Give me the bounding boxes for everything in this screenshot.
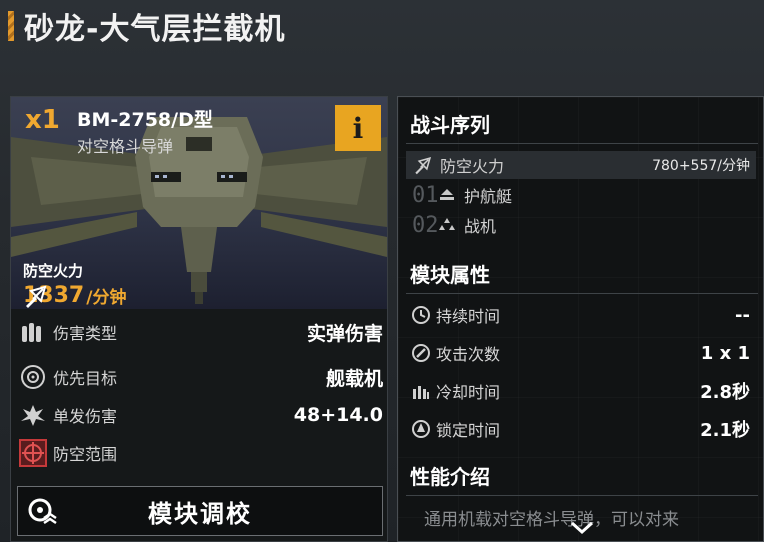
- attribute-label: 持续时间: [436, 307, 501, 326]
- title-accent-bar: [8, 11, 14, 41]
- primary-stat: 1337 /分钟: [23, 283, 126, 308]
- section-title-attributes: 模块属性: [410, 263, 490, 287]
- sequence-number: 01: [412, 182, 439, 208]
- sequence-number: 02: [412, 212, 439, 238]
- stat-label: 优先目标: [53, 369, 118, 388]
- stat-priority-target: 优先目标 舰载机: [19, 360, 383, 394]
- stat-value: 实弹伤害: [306, 322, 383, 345]
- sequence-label: 护航艇: [464, 187, 513, 206]
- model-name: BM-2758/D型: [77, 109, 213, 131]
- sequence-value: 780+557/分钟: [652, 158, 750, 174]
- divider: [406, 293, 758, 294]
- anti-air-icon: [412, 154, 434, 176]
- attribute-row: 锁定时间 2.1秒: [410, 413, 750, 445]
- module-card[interactable]: x1 BM-2758/D型 对空格斗导弹 i 防空火力 1337 /分钟 伤害类…: [10, 96, 388, 542]
- sequence-item: 02 战机: [406, 211, 756, 239]
- module-tune-label: 模块调校: [148, 499, 252, 528]
- page-title: 砂龙-大气层拦截机: [24, 12, 286, 47]
- section-title-performance: 性能介绍: [410, 465, 490, 489]
- sequence-item: 防空火力 780+557/分钟: [406, 151, 756, 179]
- damage-icon: [19, 401, 47, 429]
- attribute-label: 锁定时间: [436, 421, 501, 440]
- divider: [406, 143, 758, 144]
- performance-description: 通用机载对空格斗导弹，可以对来: [424, 510, 679, 530]
- attribute-row: 攻击次数 1 x 1: [410, 337, 750, 369]
- range-icon: [19, 439, 47, 467]
- section-title-sequence: 战斗序列: [410, 113, 490, 137]
- stat-damage-type: 伤害类型 实弹伤害: [19, 315, 383, 349]
- clock-icon: [410, 304, 432, 326]
- attribute-value: 2.8秒: [700, 382, 750, 403]
- page-header: 砂龙-大气层拦截机: [8, 6, 286, 47]
- stat-single-damage: 单发伤害 48+14.0: [19, 398, 383, 432]
- attribute-label: 攻击次数: [436, 345, 501, 364]
- stat-value: 舰载机: [325, 367, 383, 390]
- sequence-label: 战机: [464, 217, 497, 236]
- attribute-value: 1 x 1: [700, 342, 750, 364]
- divider: [406, 495, 758, 496]
- attack-count-icon: [410, 342, 432, 364]
- primary-stat-label: 防空火力: [23, 262, 84, 280]
- anti-air-icon: [26, 285, 47, 308]
- fighter-icon: [436, 214, 458, 236]
- ammo-icon: [19, 318, 47, 346]
- escort-icon: [436, 184, 458, 206]
- stat-label: 防空范围: [53, 445, 118, 464]
- info-button[interactable]: i: [335, 105, 381, 151]
- stat-value: 48+14.0: [293, 404, 383, 426]
- attribute-label: 冷却时间: [436, 383, 501, 402]
- chevron-down-icon[interactable]: [568, 517, 596, 539]
- cooldown-icon: [410, 380, 432, 402]
- module-tune-button[interactable]: 模块调校: [17, 486, 383, 536]
- sequence-item: 01 护航艇: [406, 181, 756, 209]
- attribute-value: 2.1秒: [700, 420, 750, 441]
- model-type: 对空格斗导弹: [77, 137, 174, 156]
- quantity-badge: x1: [25, 105, 60, 135]
- tune-icon: [28, 498, 57, 525]
- detail-panel[interactable]: 战斗序列 防空火力 780+557/分钟 01 护航艇 02 战机 模块属性 持…: [397, 96, 764, 542]
- stat-label: 伤害类型: [53, 324, 118, 343]
- attribute-row: 冷却时间 2.8秒: [410, 375, 750, 407]
- module-image: x1 BM-2758/D型 对空格斗导弹 i 防空火力 1337 /分钟: [11, 97, 387, 309]
- sequence-label: 防空火力: [440, 157, 505, 176]
- stat-aa-range: 防空范围: [19, 436, 383, 470]
- stat-label: 单发伤害: [53, 407, 118, 426]
- attribute-row: 持续时间 --: [410, 299, 750, 331]
- target-icon: [19, 363, 47, 391]
- attribute-value: --: [735, 304, 750, 326]
- primary-stat-unit: /分钟: [86, 288, 127, 308]
- lock-icon: [410, 418, 432, 440]
